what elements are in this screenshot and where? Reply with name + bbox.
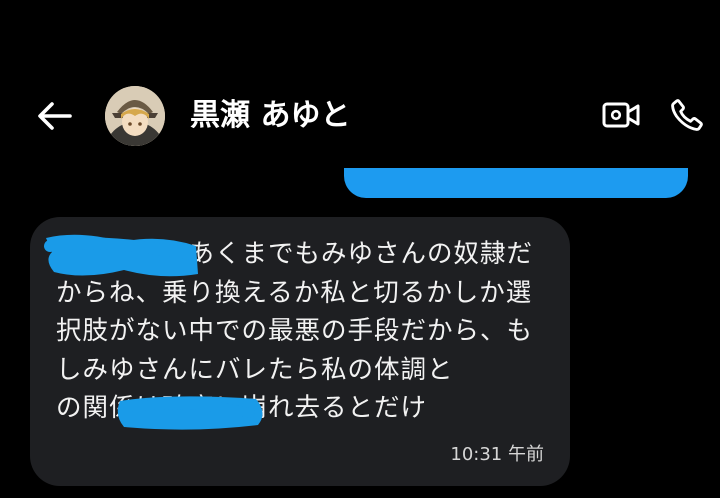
phone-icon xyxy=(671,99,703,131)
video-call-icon xyxy=(602,102,640,128)
received-message-bubble[interactable]: はあくまでもみゆさんの奴隷だからね、乗り換えるか私と切るかしか選択肢がない中での… xyxy=(30,217,613,486)
message-text: はあくまでもみゆさんの奴隷だからね、乗り換えるか私と切るかしか選択肢がない中での… xyxy=(56,239,613,423)
message-timestamp: 10:31 午前 xyxy=(450,444,544,465)
contact-name[interactable]: 黒瀬 あゆと xyxy=(190,98,350,134)
avatar[interactable] xyxy=(105,86,165,146)
back-button[interactable] xyxy=(32,94,76,138)
voice-call-button[interactable] xyxy=(664,92,710,138)
sent-message-bubble[interactable] xyxy=(344,168,688,198)
arrow-left-icon xyxy=(38,102,72,130)
chat-header: 黒瀬 あゆと xyxy=(0,70,720,162)
video-call-button[interactable] xyxy=(598,92,644,138)
